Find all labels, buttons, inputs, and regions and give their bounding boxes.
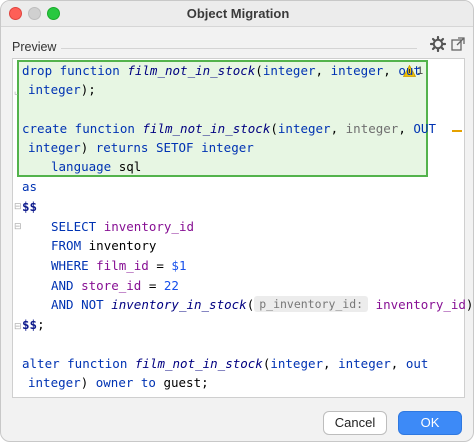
code-token: ); [465,297,474,312]
preview-separator [61,48,417,49]
code-token: alter function [22,356,135,371]
code-token: ); [80,82,96,97]
code-token: ) [80,140,96,155]
fold-icon[interactable]: ⊟ [14,321,22,331]
code-token: inventory_in_stock [111,297,247,312]
code-token: , [330,121,346,136]
code-token: as [22,179,38,194]
parameter-hint: p_inventory_id: [254,296,369,312]
code-line: create function film_not_in_stock(intege… [22,119,436,139]
code-line: language sql [51,157,141,177]
code-line: SELECT inventory_id [51,217,194,237]
window-title: Object Migration [186,6,290,21]
code-token: integer [28,140,81,155]
code-token: guest [163,375,202,390]
open-in-editor-icon[interactable] [450,36,466,52]
code-token: 22 [163,278,179,293]
code-token: film_not_in_stock [134,356,263,371]
code-token: drop function [22,63,128,78]
code-token: ( [246,297,255,312]
code-token: film_not_in_stock [142,121,271,136]
ok-button[interactable]: OK [398,411,462,435]
code-token: film_id [96,258,149,273]
code-token: integer [277,121,331,136]
code-token: ( [270,121,278,136]
code-token: inventory_id [103,219,194,234]
code-token: , [398,121,414,136]
code-token: AND NOT [51,297,112,312]
code-token: create function [22,121,143,136]
code-token: film_not_in_stock [127,63,256,78]
code-token: owner to [95,375,164,390]
code-token: SELECT [51,219,104,234]
title-bar: Object Migration [1,1,473,27]
code-token: ) [80,375,96,390]
code-line: integer) returns SETOF integer [28,138,254,158]
code-token: store_id [81,278,142,293]
preview-label: Preview [12,40,57,54]
code-token: out [398,63,421,78]
code-token: sql [118,159,142,174]
code-line: drop function film_not_in_stock(integer,… [22,61,421,81]
code-token: = [148,258,172,273]
code-token: integer [28,375,81,390]
code-token: inventory_id [375,297,466,312]
code-line: integer); [28,80,96,100]
code-token: integer [338,356,391,371]
code-token: FROM [51,238,89,253]
code-token: language [51,159,119,174]
code-line: $$; [22,315,45,335]
code-token: = [141,278,164,293]
object-migration-dialog: Object Migration Preview 1 ⌞ ⊟ ⊟ ⊟ drop … [0,0,474,442]
code-token: integer [262,63,316,78]
code-line: WHERE film_id = $1 [51,256,186,276]
code-token: integer [270,356,324,371]
code-token: integer [330,63,384,78]
code-line: as [22,177,37,197]
code-token: $1 [171,258,187,273]
code-token: $$ [22,317,38,332]
code-token: inventory [88,238,157,253]
gear-icon[interactable] [430,36,446,52]
code-token: $$ [22,199,38,214]
code-token: integer [28,82,81,97]
code-token: , [390,356,406,371]
code-token: out [405,356,429,371]
fold-icon[interactable]: ⊟ [14,221,22,231]
code-line: FROM inventory [51,236,156,256]
code-line: AND NOT inventory_in_stock(p_inventory_i… [51,295,474,315]
code-line: $$ [22,197,37,217]
code-token: integer [201,140,254,155]
code-token: ( [255,63,263,78]
code-line: integer) owner to guest; [28,373,209,393]
code-token: OUT [413,121,436,136]
code-token: AND [51,278,82,293]
code-token: integer [345,121,399,136]
code-line: AND store_id = 22 [51,276,179,296]
code-token: , [383,63,399,78]
code-token: ; [201,375,209,390]
code-token: , [323,356,339,371]
code-line: alter function film_not_in_stock(integer… [22,354,428,374]
code-token: returns SETOF [95,140,202,155]
warning-scroll-marker[interactable] [452,130,462,132]
fold-icon[interactable]: ⌞ [14,86,22,96]
cancel-button[interactable]: Cancel [323,411,387,435]
code-token: ; [37,317,45,332]
code-token: , [315,63,331,78]
fold-icon[interactable]: ⊟ [14,201,22,211]
code-token: WHERE [51,258,97,273]
